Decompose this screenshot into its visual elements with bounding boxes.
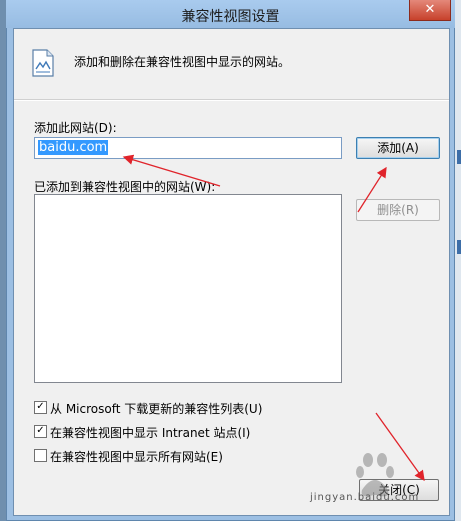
option-label: 从 Microsoft 下载更新的兼容性列表(U) — [50, 402, 263, 416]
checkbox-checked[interactable]: ✓ — [34, 425, 47, 438]
compatibility-site-list[interactable] — [34, 194, 342, 383]
header-divider — [14, 99, 449, 101]
option-label: 在兼容性视图中显示 Intranet 站点(I) — [50, 426, 251, 440]
background-marker — [457, 240, 461, 254]
add-site-value: baidu.com — [38, 140, 109, 155]
site-list-label: 已添加到兼容性视图中的网站(W): — [34, 180, 216, 194]
add-site-label: 添加此网站(D): — [34, 121, 117, 135]
checkbox-unchecked[interactable] — [34, 449, 47, 462]
background-app-right — [455, 0, 461, 521]
page-picture-icon — [32, 49, 54, 77]
dialog-title: 兼容性视图设置 — [181, 9, 280, 25]
close-icon: ✕ — [424, 2, 436, 17]
add-site-input[interactable]: baidu.com — [34, 137, 342, 159]
dialog-description: 添加和删除在兼容性视图中显示的网站。 — [74, 55, 291, 69]
option-label: 在兼容性视图中显示所有网站(E) — [50, 450, 223, 464]
window-close-button[interactable]: ✕ — [409, 0, 451, 21]
checkbox-checked[interactable]: ✓ — [34, 401, 47, 414]
add-button[interactable]: 添加(A) — [356, 137, 440, 159]
watermark-text: jingyan.baidu.com — [310, 492, 420, 503]
remove-button[interactable]: 删除(R) — [356, 199, 440, 221]
title-bar[interactable]: 兼容性视图设置 ✕ — [6, 0, 455, 28]
background-marker — [457, 150, 461, 164]
baidu-watermark-logo — [356, 453, 394, 497]
